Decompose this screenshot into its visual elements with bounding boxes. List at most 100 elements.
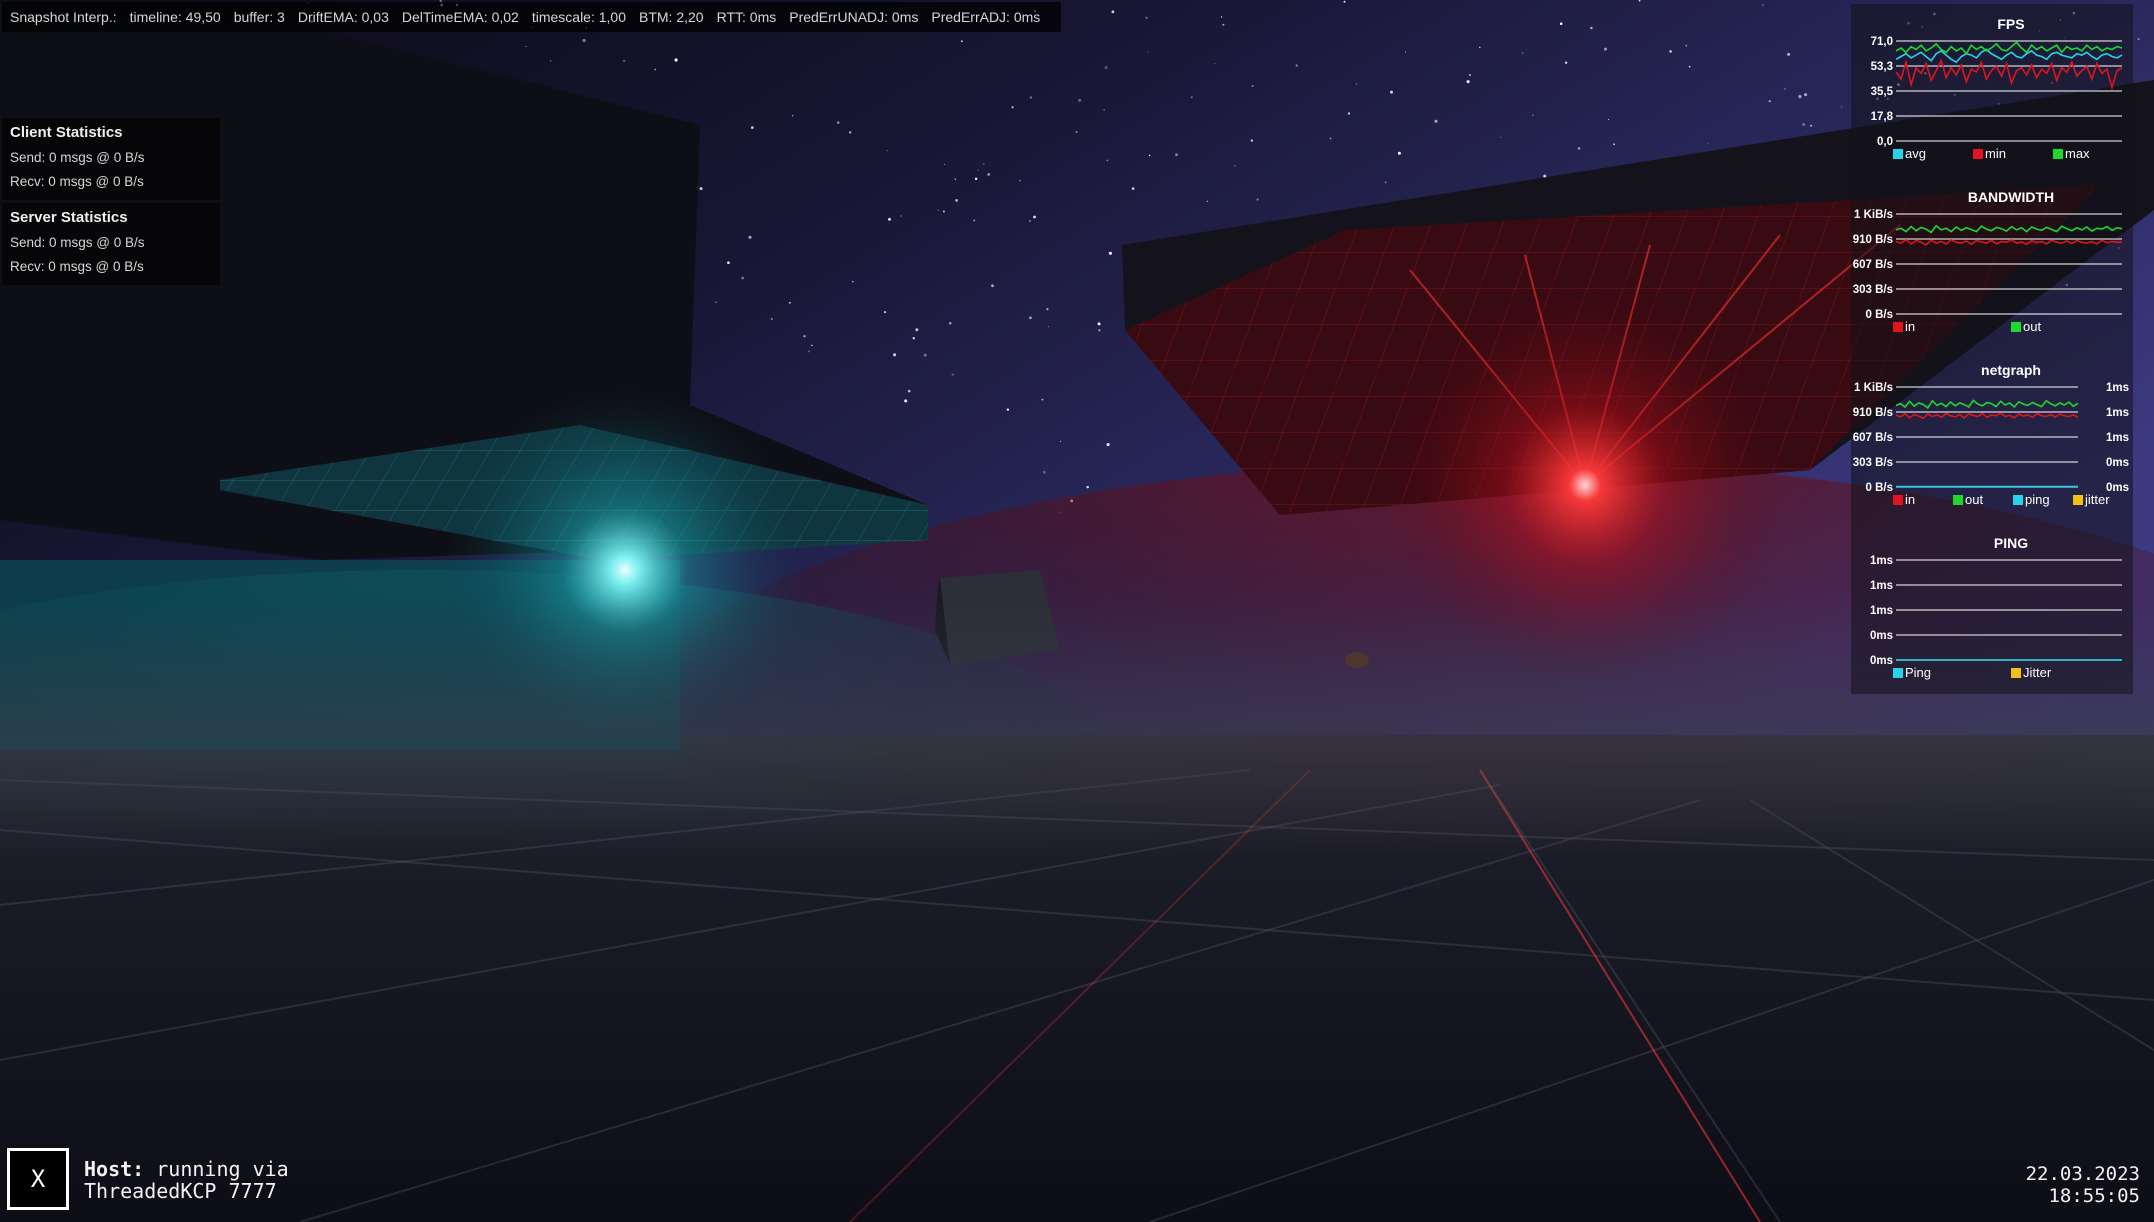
bandwidth-graph-title: BANDWIDTH [1968, 189, 2054, 205]
fps-y-tick: 17,8 [1871, 111, 1894, 123]
pred-err-adj-value: PredErrADJ: 0ms [931, 9, 1041, 25]
star [1532, 114, 1534, 116]
star [1768, 99, 1771, 103]
star [1604, 47, 1607, 51]
star [961, 40, 963, 43]
star [748, 235, 752, 239]
star [699, 187, 703, 191]
star [1029, 96, 1033, 99]
star [1206, 200, 1208, 202]
star [912, 337, 915, 340]
star [674, 58, 678, 62]
star [770, 318, 773, 320]
netgraph-y-tick-right: 0ms [2106, 457, 2129, 469]
del-time-ema-value: DelTimeEMA: 0,02 [401, 9, 519, 25]
star [904, 399, 908, 403]
star [1590, 26, 1593, 30]
star [1029, 220, 1031, 222]
ping-legend-jitter: Jitter [2023, 665, 2052, 680]
bandwidth-y-tick: 1 KiB/s [1854, 209, 1893, 221]
fog-band [0, 600, 2154, 860]
netgraph-series-in [1895, 412, 2079, 420]
netgraph-y-tick-right: 1ms [2106, 382, 2129, 394]
star [811, 344, 813, 347]
netgraph-legend-swatch-out [1953, 495, 1963, 505]
star [1810, 124, 1812, 127]
star [1355, 83, 1358, 85]
star [982, 163, 985, 165]
time-label: 18:55:05 [2048, 1185, 2140, 1207]
star [1175, 153, 1178, 157]
star [582, 38, 586, 43]
server-statistics-title: Server Statistics [10, 209, 128, 226]
server-recv-stats: Recv: 0 msgs @ 0 B/s [10, 259, 144, 274]
star [852, 280, 854, 283]
star [1033, 215, 1036, 219]
star [915, 328, 919, 332]
fps-legend-swatch-min [1973, 149, 1983, 159]
host-status-prefix: Host: [84, 1157, 145, 1181]
star [1669, 50, 1672, 53]
star [907, 389, 911, 393]
star [1103, 109, 1105, 111]
star [1478, 46, 1481, 49]
client-send-stats: Send: 0 msgs @ 0 B/s [10, 150, 145, 165]
star [1041, 398, 1044, 401]
star [1784, 88, 1786, 90]
server-statistics-panel: Server Statistics Send: 0 msgs @ 0 B/s R… [2, 203, 220, 285]
star [923, 353, 927, 357]
netgraph-y-tick: 0 B/s [1866, 482, 1894, 494]
fps-legend-max: max [2065, 146, 2090, 161]
ping-graph-title: PING [1994, 535, 2028, 551]
fps-series-avg [1895, 48, 2123, 64]
btm-value: BTM: 2,20 [639, 9, 704, 25]
timescale-value: timescale: 1,00 [531, 9, 626, 25]
host-status: Host: running via ThreadedKCP 7777 [84, 1158, 289, 1202]
star [1802, 123, 1806, 126]
star [1250, 139, 1254, 142]
star [1019, 179, 1022, 182]
star [1106, 443, 1110, 447]
star [1222, 23, 1225, 26]
star [1500, 136, 1502, 138]
star [886, 150, 888, 152]
star [1060, 440, 1062, 442]
star [1564, 61, 1568, 64]
star [991, 284, 994, 288]
star [1577, 147, 1581, 150]
star [1434, 119, 1438, 123]
star [868, 478, 870, 480]
star [549, 59, 552, 62]
star [955, 199, 958, 202]
bandwidth-y-tick: 0 B/s [1866, 309, 1894, 321]
star [1220, 16, 1223, 18]
star [1147, 51, 1149, 53]
star [1098, 329, 1101, 332]
drift-ema-value: DriftEMA: 0,03 [297, 9, 389, 25]
fps-y-tick: 35,5 [1871, 86, 1894, 98]
bandwidth-series-in [1895, 238, 2123, 246]
star [1086, 485, 1089, 489]
bandwidth-y-tick: 607 B/s [1853, 259, 1893, 271]
timeline-value: timeline: 49,50 [129, 9, 221, 25]
star [1075, 130, 1078, 133]
star [1190, 96, 1193, 99]
star [1343, 0, 1346, 3]
bandwidth-legend-out: out [2023, 319, 2041, 334]
star [849, 131, 852, 134]
fps-series-max [1895, 41, 2123, 56]
star [1145, 16, 1148, 20]
client-recv-stats: Recv: 0 msgs @ 0 B/s [10, 174, 144, 189]
host-status-line2: ThreadedKCP 7777 [84, 1179, 277, 1203]
star [973, 219, 976, 222]
star [1543, 174, 1547, 178]
fps-series-min [1895, 58, 2123, 91]
game-viewport[interactable] [0, 0, 2154, 1222]
netgraph-legend-out: out [1965, 492, 1983, 507]
netgraph-legend-in: in [1905, 492, 1915, 507]
star [1131, 187, 1135, 190]
netgraph-y-tick-right: 1ms [2106, 432, 2129, 444]
fps-y-tick: 71,0 [1871, 36, 1893, 48]
stop-host-button[interactable]: X [7, 1148, 69, 1210]
server-send-stats: Send: 0 msgs @ 0 B/s [10, 235, 145, 250]
